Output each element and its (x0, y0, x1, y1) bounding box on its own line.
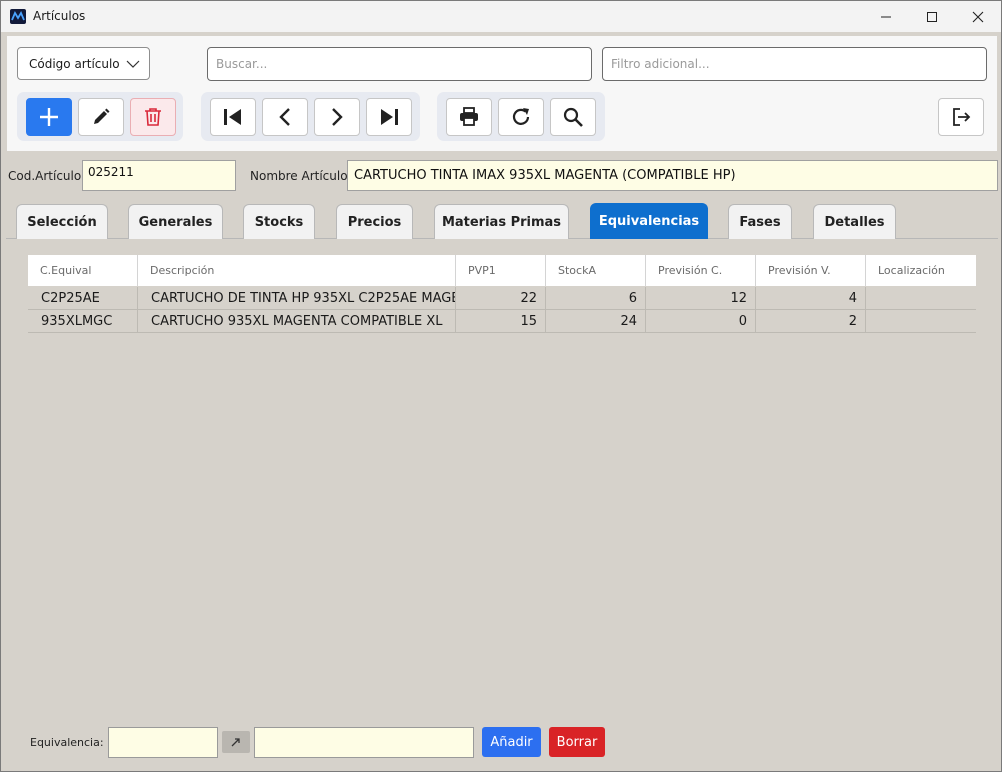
last-record-button[interactable] (366, 98, 412, 136)
close-button[interactable] (955, 1, 1001, 32)
equivalence-description-input[interactable] (254, 727, 474, 758)
column-header-cequival[interactable]: C.Equival (28, 255, 138, 286)
table-row-cell-prevision-c[interactable]: 0 (646, 310, 756, 333)
maximize-button[interactable] (909, 1, 955, 32)
tab-fases[interactable]: Fases (728, 204, 792, 239)
window-title: Artículos (33, 9, 86, 23)
article-code-value: 025211 (88, 165, 134, 179)
trash-icon (145, 108, 161, 126)
table-row-cell-prevision-c[interactable]: 12 (646, 287, 756, 310)
equivalence-label: Equivalencia: (30, 736, 104, 749)
table-row-cell-pvp1[interactable]: 15 (456, 310, 546, 333)
first-record-icon (224, 109, 241, 125)
expand-arrow-icon (231, 738, 240, 747)
refresh-button[interactable] (498, 98, 544, 136)
tab-stocks[interactable]: Stocks (243, 204, 315, 239)
minimize-icon (881, 16, 891, 17)
filter-placeholder: Filtro adicional... (611, 57, 710, 71)
search-placeholder: Buscar... (216, 57, 268, 71)
find-button[interactable] (550, 98, 596, 136)
search-icon (563, 107, 583, 127)
new-button[interactable] (26, 98, 72, 136)
edit-button[interactable] (78, 98, 124, 136)
table-row-cell-stock[interactable]: 24 (546, 310, 646, 333)
first-record-button[interactable] (210, 98, 256, 136)
exit-icon (953, 108, 971, 126)
tab-equivalencias[interactable]: Equivalencias (590, 203, 708, 239)
table-row-cell-stock[interactable]: 6 (546, 287, 646, 310)
article-code-field[interactable]: 025211 (82, 160, 236, 191)
close-icon (972, 11, 984, 22)
tab-seleccion[interactable]: Selección (16, 204, 108, 239)
search-field-dropdown[interactable]: Código artículo (17, 47, 150, 80)
pencil-icon (94, 108, 110, 124)
column-header-stocka[interactable]: StockA (546, 255, 646, 286)
title-bar: Artículos (1, 1, 1001, 32)
article-name-value: CARTUCHO TINTA IMAX 935XL MAGENTA (COMPA… (354, 168, 736, 183)
table-row-cell-localizacion[interactable] (866, 310, 976, 333)
refresh-icon (512, 108, 530, 125)
table-row-cell-code[interactable]: C2P25AE (28, 287, 138, 310)
exit-button[interactable] (938, 98, 984, 136)
table-row-cell-description[interactable]: CARTUCHO 935XL MAGENTA COMPATIBLE XL (138, 310, 456, 333)
table-row-cell-localizacion[interactable] (866, 287, 976, 310)
chevron-down-icon (126, 60, 140, 68)
add-equivalence-button[interactable]: Añadir (482, 727, 541, 757)
printer-icon (460, 107, 478, 126)
column-header-localizacion[interactable]: Localización (866, 255, 976, 286)
search-field-value: Código artículo (29, 56, 120, 71)
article-code-label: Cod.Artículo: (8, 169, 86, 183)
table-row-cell-code[interactable]: 935XLMGC (28, 310, 138, 333)
search-input[interactable]: Buscar... (207, 47, 592, 81)
equivalence-lookup-button[interactable] (222, 731, 250, 753)
tab-detalles[interactable]: Detalles (813, 204, 896, 239)
tab-precios[interactable]: Precios (336, 204, 413, 239)
table-row-cell-pvp1[interactable]: 22 (456, 287, 546, 310)
column-header-pvp1[interactable]: PVP1 (456, 255, 546, 286)
print-button[interactable] (446, 98, 492, 136)
equivalence-code-input[interactable] (108, 727, 218, 758)
plus-icon (40, 108, 58, 126)
app-logo-icon (10, 9, 26, 24)
tab-generales[interactable]: Generales (128, 204, 223, 239)
last-record-icon (381, 109, 398, 125)
chevron-left-icon (279, 108, 290, 126)
articulos-window: Artículos Código artículo Buscar... Filt… (0, 0, 1002, 772)
table-row-cell-description[interactable]: CARTUCHO DE TINTA HP 935XL C2P25AE MAGEN… (138, 287, 456, 310)
delete-button[interactable] (130, 98, 176, 136)
chevron-right-icon (332, 108, 343, 126)
next-record-button[interactable] (314, 98, 360, 136)
article-name-label: Nombre Artículo: (250, 169, 352, 183)
maximize-icon (927, 11, 937, 22)
column-header-prevision-v[interactable]: Previsión V. (756, 255, 866, 286)
tab-materias-primas[interactable]: Materias Primas (434, 204, 569, 239)
filter-input[interactable]: Filtro adicional... (602, 47, 987, 81)
column-header-prevision-c[interactable]: Previsión C. (646, 255, 756, 286)
article-name-field[interactable]: CARTUCHO TINTA IMAX 935XL MAGENTA (COMPA… (347, 160, 998, 191)
column-header-descripcion[interactable]: Descripción (138, 255, 456, 286)
table-row-cell-prevision-v[interactable]: 4 (756, 287, 866, 310)
table-row-cell-prevision-v[interactable]: 2 (756, 310, 866, 333)
delete-equivalence-button[interactable]: Borrar (549, 727, 605, 757)
minimize-button[interactable] (863, 1, 909, 32)
previous-record-button[interactable] (262, 98, 308, 136)
